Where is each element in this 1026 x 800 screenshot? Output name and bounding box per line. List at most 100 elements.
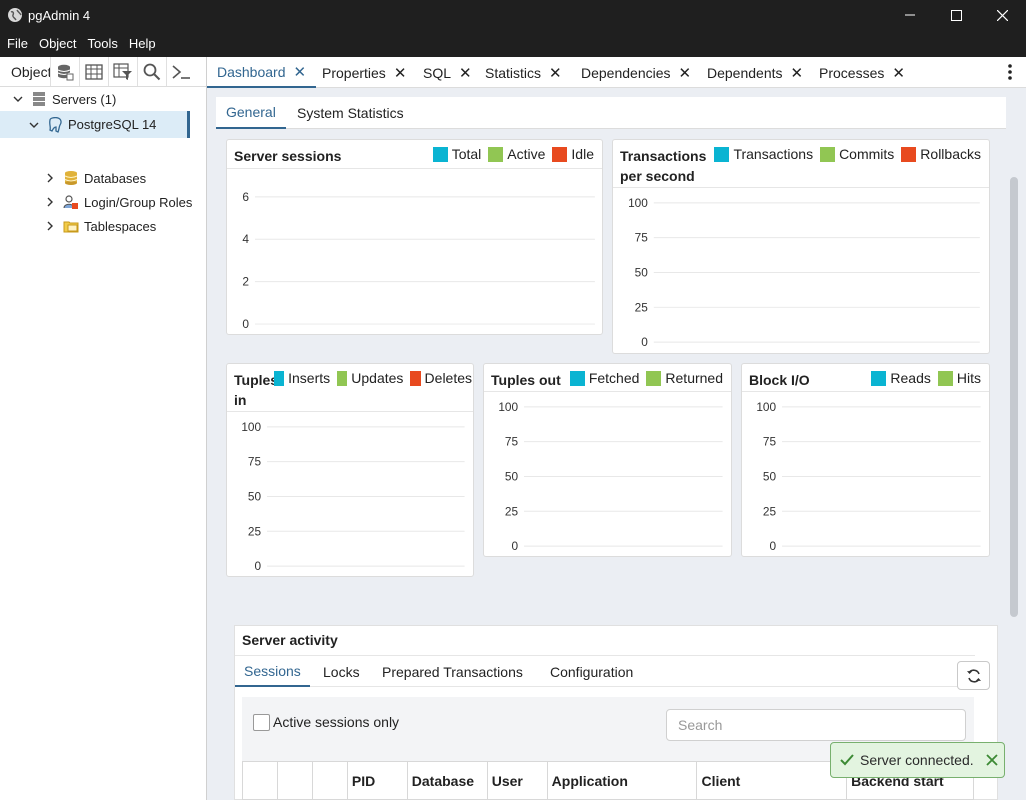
y-tick-label: 25 [505, 504, 519, 518]
column-header-application[interactable]: Application [546, 761, 698, 800]
y-tick-label: 50 [635, 265, 649, 279]
tab-properties[interactable]: Properties ✕ [322, 57, 406, 88]
filtered-rows-button[interactable] [108, 57, 137, 86]
column-header-user[interactable]: User [486, 761, 548, 800]
window-titlebar: pgAdmin 4 [0, 0, 1026, 30]
panel-title: Tuples in [234, 372, 279, 408]
legend-label: Rollbacks [920, 146, 981, 162]
close-window-button[interactable] [979, 0, 1025, 30]
subtab-general[interactable]: General [216, 97, 286, 129]
column-header-pid[interactable]: PID [346, 761, 408, 800]
tab-sessions[interactable]: Sessions [235, 656, 310, 687]
tuples-out-panel: Tuples out Fetched Returned 100 75 50 25 0 [483, 363, 732, 557]
view-data-button[interactable] [79, 57, 108, 86]
pgadmin-globe-icon [8, 8, 22, 22]
tree-item-postgresql-14[interactable]: PostgreSQL 14 [0, 111, 190, 138]
object-explorer-title: Object Explorer [11, 63, 50, 80]
more-options-icon[interactable] [1008, 64, 1012, 83]
transactions-per-second-panel: Transactions per second Transactions Com… [612, 139, 990, 354]
server-sessions-panel: Server sessions Total Active Idle 6 4 2 0 [226, 139, 603, 335]
tab-dashboard[interactable]: Dashboard ✕ [207, 57, 317, 88]
close-icon [996, 9, 1008, 21]
tab-configuration[interactable]: Configuration [541, 656, 642, 687]
column-header-cancel [276, 761, 313, 800]
close-tab-icon[interactable]: ✕ [294, 63, 307, 81]
tab-processes[interactable]: Processes ✕ [819, 57, 905, 88]
tab-dependents[interactable]: Dependents ✕ [707, 57, 803, 88]
checkmark-icon [840, 754, 854, 766]
tab-statistics[interactable]: Statistics ✕ [485, 57, 562, 88]
column-header-terminate [242, 761, 278, 800]
roles-icon [63, 194, 79, 210]
chevron-right-icon[interactable] [43, 197, 57, 207]
legend-swatch [274, 370, 285, 386]
legend-label: Returned [665, 370, 723, 386]
legend-label: Idle [571, 146, 594, 162]
chart-canvas: 6 4 2 0 [242, 190, 595, 331]
panel-header: Block I/O Reads Hits [742, 364, 989, 392]
close-tab-icon[interactable]: ✕ [459, 64, 472, 82]
servers-icon [31, 91, 47, 107]
legend-swatch [337, 370, 348, 386]
tuples-out-chart: 100 75 50 25 0 [484, 393, 731, 556]
y-tick-label: 100 [241, 420, 261, 434]
maximize-button[interactable] [933, 0, 979, 30]
refresh-button[interactable] [957, 661, 990, 690]
subtab-system-statistics[interactable]: System Statistics [287, 97, 414, 129]
tab-label: SQL [423, 64, 452, 81]
close-tab-icon[interactable]: ✕ [394, 64, 407, 82]
y-tick-label: 2 [242, 275, 249, 289]
search-objects-button[interactable] [137, 57, 166, 86]
tab-dependencies[interactable]: Dependencies ✕ [581, 57, 691, 88]
menu-object[interactable]: Object [39, 36, 77, 51]
chevron-right-icon[interactable] [43, 173, 57, 183]
legend-swatch [820, 146, 836, 162]
tab-label: Statistics [485, 64, 542, 81]
tree-item-label: Databases [84, 170, 147, 186]
panel-title: Tuples out [491, 372, 561, 388]
tuples-in-chart: 100 75 50 25 0 [227, 413, 473, 576]
menu-help[interactable]: Help [129, 36, 156, 51]
legend-label: Hits [956, 370, 981, 386]
tree-item-tablespaces[interactable]: Tablespaces [43, 214, 203, 238]
psql-tool-button[interactable] [166, 57, 195, 86]
y-tick-label: 75 [763, 435, 777, 449]
column-header-client[interactable]: Client [696, 761, 848, 800]
y-tick-label: 50 [763, 469, 777, 483]
tree-item-servers[interactable]: Servers (1) [11, 87, 201, 111]
menu-tools[interactable]: Tools [88, 36, 118, 51]
panel-title: Block I/O [749, 372, 810, 388]
tab-locks[interactable]: Locks [314, 656, 369, 687]
chart-canvas: 100 75 50 25 0 [628, 196, 980, 349]
terminal-icon [172, 64, 190, 79]
tree-item-login-group-roles[interactable]: Login/Group Roles [43, 190, 203, 214]
y-tick-label: 0 [641, 335, 648, 349]
query-tool-button[interactable] [50, 57, 79, 86]
y-tick-label: 100 [628, 196, 648, 210]
panel-header: Server sessions Total Active Idle [227, 140, 602, 169]
tab-label: Dashboard [217, 63, 286, 80]
tree-item-label: Servers (1) [52, 91, 117, 107]
chevron-down-icon[interactable] [11, 94, 25, 104]
tree-item-databases[interactable]: Databases [43, 166, 203, 190]
y-tick-label: 50 [248, 489, 262, 503]
minimize-button[interactable] [887, 0, 933, 30]
tab-prepared-transactions[interactable]: Prepared Transactions [373, 656, 532, 687]
active-sessions-only-checkbox[interactable] [253, 714, 270, 731]
column-header-expand [311, 761, 348, 800]
active-sessions-only-label: Active sessions only [273, 714, 400, 730]
y-tick-label: 25 [635, 300, 649, 314]
tab-sql[interactable]: SQL ✕ [423, 57, 472, 88]
search-input[interactable] [666, 709, 966, 741]
dashboard-scrollbar[interactable] [1010, 177, 1018, 617]
chevron-right-icon[interactable] [43, 221, 57, 231]
close-tab-icon[interactable]: ✕ [549, 64, 562, 82]
close-toast-button[interactable] [985, 754, 998, 766]
chevron-down-icon[interactable] [27, 120, 41, 130]
close-tab-icon[interactable]: ✕ [892, 64, 905, 82]
close-tab-icon[interactable]: ✕ [791, 64, 804, 82]
menu-file[interactable]: File [7, 36, 28, 51]
tab-label: Properties [322, 64, 386, 81]
column-header-database[interactable]: Database [406, 761, 488, 800]
close-tab-icon[interactable]: ✕ [679, 64, 692, 82]
